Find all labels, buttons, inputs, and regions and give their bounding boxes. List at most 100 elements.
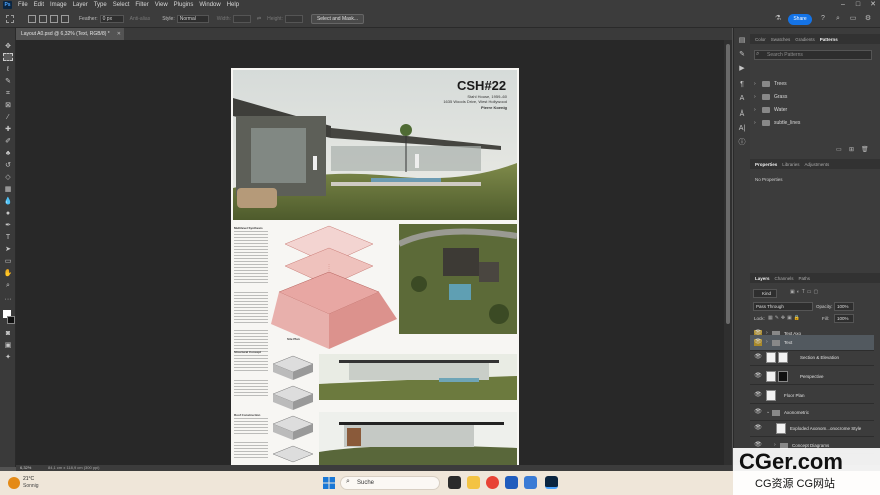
taskbar-search[interactable]: Suche	[340, 476, 440, 490]
layer-filter-kind[interactable]: Kind	[753, 289, 777, 298]
pattern-group-water[interactable]: › Water	[754, 104, 872, 116]
marquee-tool-icon[interactable]	[3, 53, 13, 61]
tab-properties[interactable]: Properties	[755, 162, 777, 167]
tab-swatches[interactable]: Swatches	[771, 37, 791, 42]
poster-artboard[interactable]: CSH#22 Stahl House, 1959–60 1635 Woods D…	[231, 68, 519, 466]
menu-view[interactable]: View	[155, 2, 168, 8]
menu-layer[interactable]: Layer	[73, 2, 88, 8]
chevron-right-icon[interactable]: ›	[766, 339, 768, 345]
new-group-icon[interactable]: ▭	[836, 146, 842, 153]
gradient-tool-icon[interactable]: ▦	[3, 185, 13, 194]
info-icon[interactable]: ⓘ	[737, 138, 747, 147]
close-tab-icon[interactable]: ✕	[117, 28, 121, 40]
add-selection-icon[interactable]	[39, 14, 47, 23]
frame-tool-icon[interactable]: ⊠	[3, 101, 13, 110]
chevron-right-icon[interactable]: ›	[754, 104, 756, 116]
patterns-search-input[interactable]: Search Patterns	[754, 50, 872, 60]
layer-perspective[interactable]: 👁 Perspective	[750, 369, 874, 385]
intersect-selection-icon[interactable]	[61, 14, 69, 23]
pen-tool-icon[interactable]: ✒	[3, 221, 13, 230]
photoshop-taskbar-icon[interactable]	[545, 476, 558, 489]
menu-filter[interactable]: Filter	[135, 2, 148, 8]
task-view-icon[interactable]	[448, 476, 461, 489]
blur-tool-icon[interactable]: 💧	[3, 197, 13, 206]
scrollbar-thumb[interactable]	[726, 44, 730, 324]
tab-libraries[interactable]: Libraries	[782, 162, 799, 167]
help-icon[interactable]: ?	[818, 14, 828, 24]
layer-text[interactable]: 👁 › Text	[750, 335, 874, 351]
blend-mode-select[interactable]: Pass Through	[753, 302, 813, 311]
shape-tool-icon[interactable]: ▭	[3, 257, 13, 266]
layer-axonometric[interactable]: 👁 ⌄ Axonometric	[750, 405, 874, 421]
tab-patterns[interactable]: Patterns	[820, 37, 838, 42]
eyedropper-tool-icon[interactable]: ⁄	[3, 113, 13, 122]
fill-input[interactable]: 100%	[834, 314, 854, 323]
minimize-icon[interactable]: –	[836, 0, 850, 10]
eye-icon[interactable]: 👁	[754, 373, 762, 380]
flask-icon[interactable]: ⚗	[773, 14, 783, 24]
character-icon[interactable]: A	[737, 94, 747, 103]
glyphs-icon[interactable]: Å	[737, 110, 747, 119]
marquee-tool-preset-icon[interactable]	[6, 14, 14, 23]
chevron-right-icon[interactable]: ›	[754, 91, 756, 103]
tab-layers[interactable]: Layers	[755, 276, 770, 281]
canvas-scrollbar[interactable]	[724, 40, 732, 465]
menu-window[interactable]: Window	[199, 2, 220, 8]
menu-plugins[interactable]: Plugins	[174, 2, 194, 8]
dodge-tool-icon[interactable]: ●	[3, 209, 13, 218]
path-select-icon[interactable]: ➤	[3, 245, 13, 254]
menu-image[interactable]: Image	[50, 2, 67, 8]
more-tools-icon[interactable]: ···	[3, 295, 13, 304]
eye-icon[interactable]: 👁	[754, 339, 762, 346]
lock-icons[interactable]: ▦✎✥▣🔒	[768, 315, 802, 321]
brush-tool-icon[interactable]: ✐	[3, 137, 13, 146]
anti-alias-checkbox[interactable]: Anti-alias	[130, 16, 151, 22]
height-input[interactable]	[284, 14, 303, 23]
screen-mode-icon[interactable]: ▣	[3, 341, 13, 350]
hand-tool-icon[interactable]: ✋	[3, 269, 13, 278]
file-explorer-icon[interactable]	[467, 476, 480, 489]
quick-mask-icon[interactable]: ◙	[3, 329, 13, 338]
app-icon[interactable]	[524, 476, 537, 489]
select-and-mask-button[interactable]: Select and Mask...	[310, 13, 365, 24]
chevron-down-icon[interactable]: ⌄	[766, 409, 770, 415]
menu-edit[interactable]: Edit	[34, 2, 44, 8]
history-brush-icon[interactable]: ↺	[3, 161, 13, 170]
chevron-right-icon[interactable]: ›	[754, 78, 756, 90]
close-icon[interactable]: ✕	[866, 0, 880, 10]
eye-icon[interactable]: 👁	[754, 425, 762, 432]
word-icon[interactable]	[505, 476, 518, 489]
menu-file[interactable]: File	[18, 2, 28, 8]
eye-icon[interactable]: 👁	[754, 354, 762, 361]
windows-start-icon[interactable]	[323, 477, 335, 489]
type-panel-icon[interactable]: A|	[737, 124, 747, 133]
maximize-icon[interactable]: □	[851, 0, 865, 10]
subtract-selection-icon[interactable]	[50, 14, 58, 23]
pattern-group-grass[interactable]: › Grass	[754, 91, 872, 103]
tab-adjustments[interactable]: Adjustments	[805, 162, 830, 167]
layer-filter-icons[interactable]: ▣◐T▭▢	[790, 289, 820, 295]
menu-select[interactable]: Select	[113, 2, 130, 8]
width-input[interactable]	[232, 14, 251, 23]
eraser-tool-icon[interactable]: ◇	[3, 173, 13, 182]
history-icon[interactable]: ▤	[737, 36, 747, 45]
tab-color[interactable]: Color	[755, 37, 766, 42]
chevron-right-icon[interactable]: ›	[754, 117, 756, 129]
move-tool-icon[interactable]: ✥	[3, 42, 13, 51]
generative-icon[interactable]: ✦	[3, 353, 13, 362]
menu-type[interactable]: Type	[94, 2, 107, 8]
share-button[interactable]: Share	[788, 14, 812, 25]
document-info[interactable]: 84,1 cm x 118,9 cm (300 ppi)	[48, 465, 100, 470]
search-icon[interactable]: ⌕	[833, 14, 843, 24]
pattern-group-trees[interactable]: › Trees	[754, 78, 872, 90]
delete-icon[interactable]: 🗑	[861, 146, 869, 153]
lasso-tool-icon[interactable]: ℓ	[3, 65, 13, 74]
new-selection-icon[interactable]	[28, 14, 36, 23]
clone-stamp-icon[interactable]: ♣	[3, 149, 13, 158]
eye-icon[interactable]: 👁	[754, 392, 762, 399]
healing-brush-icon[interactable]: ✚	[3, 125, 13, 134]
new-pattern-icon[interactable]: ⊞	[849, 146, 854, 153]
weather-sun-icon[interactable]	[8, 477, 20, 489]
tab-gradients[interactable]: Gradients	[795, 37, 815, 42]
background-color-swatch[interactable]	[7, 316, 15, 324]
